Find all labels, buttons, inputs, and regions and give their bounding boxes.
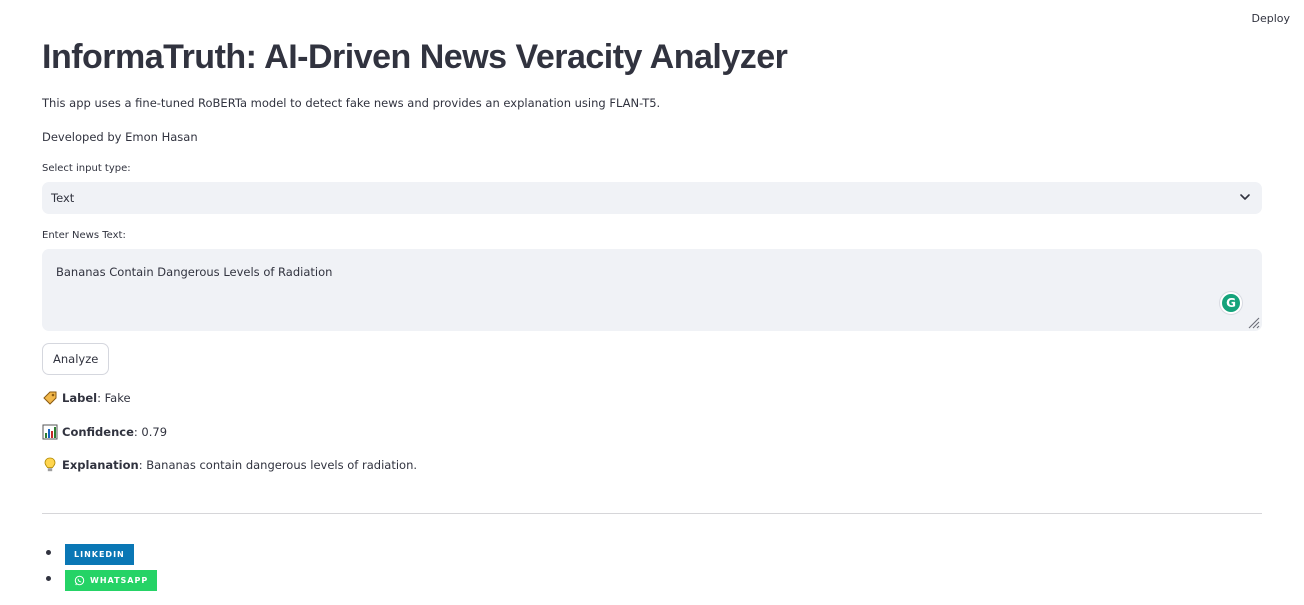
result-confidence-value: : 0.79 xyxy=(133,425,168,439)
bullet xyxy=(46,576,51,581)
linkedin-badge-label: LINKEDIN xyxy=(74,550,125,559)
app-description: This app uses a fine-tuned RoBERTa model… xyxy=(42,96,661,110)
input-type-select[interactable]: Text xyxy=(42,182,1262,214)
whatsapp-icon xyxy=(74,575,85,586)
tag-icon xyxy=(43,391,57,405)
whatsapp-badge-link[interactable]: WHATSAPP xyxy=(65,570,158,591)
input-type-selected-value: Text xyxy=(51,191,75,205)
result-label-key: Label xyxy=(62,391,98,405)
result-label-line: Label : Fake xyxy=(42,390,131,406)
result-confidence-line: Confidence : 0.79 xyxy=(42,424,167,440)
chevron-down-icon xyxy=(1240,194,1250,200)
analyze-button[interactable]: Analyze xyxy=(42,343,110,375)
deploy-button[interactable]: Deploy xyxy=(1251,12,1290,25)
developer-credit: Developed by Emon Hasan xyxy=(42,130,198,144)
divider xyxy=(42,513,1262,514)
result-explanation-line: Explanation : Bananas contain dangerous … xyxy=(42,457,417,473)
result-explanation-key: Explanation xyxy=(62,458,139,472)
result-explanation-value: : Bananas contain dangerous levels of ra… xyxy=(138,458,418,472)
input-type-label: Select input type: xyxy=(42,163,131,174)
grammarly-icon[interactable]: G xyxy=(1220,292,1242,314)
whatsapp-badge-label: WHATSAPP xyxy=(90,576,149,585)
result-confidence-key: Confidence xyxy=(62,425,134,439)
light-bulb-icon xyxy=(44,457,56,472)
bullet xyxy=(46,550,51,555)
news-text-label: Enter News Text: xyxy=(42,230,126,241)
result-label-value: : Fake xyxy=(97,391,131,405)
news-text-area[interactable]: Bananas Contain Dangerous Levels of Radi… xyxy=(42,249,1262,331)
top-bar: Deploy xyxy=(0,0,1304,40)
linkedin-badge-link[interactable]: LINKEDIN xyxy=(65,544,134,565)
news-text-value: Bananas Contain Dangerous Levels of Radi… xyxy=(56,265,333,279)
bar-chart-icon xyxy=(42,424,58,440)
page-title: InformaTruth: AI-Driven News Veracity An… xyxy=(42,38,788,76)
resize-handle-icon[interactable] xyxy=(1246,315,1260,329)
